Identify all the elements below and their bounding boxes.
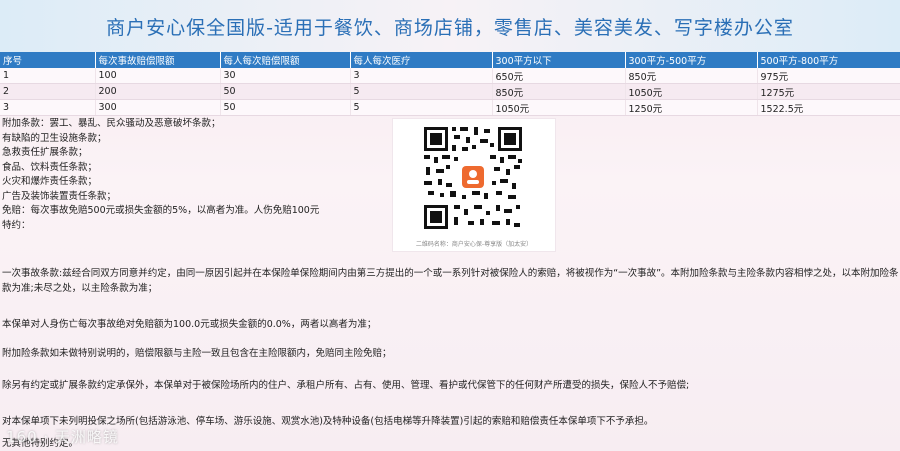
table-cell: 975元 xyxy=(757,68,900,84)
clause-line: 特约： xyxy=(2,219,31,231)
clause-line: 广告及装饰装置责任条款； xyxy=(2,190,117,202)
premium-table: 序号 每次事故赔偿限额 每人每次赔偿限额 每人每次医疗 300平方以下 300平… xyxy=(0,52,900,116)
clause-paragraph: 除另有约定或扩展条款约定承保外，本保单对于被保险场所内的住户、承租户所有、占有、… xyxy=(2,380,690,391)
table-cell: 1275元 xyxy=(757,83,900,100)
table-cell: 650元 xyxy=(492,68,626,84)
clause-line: 火灾和爆炸责任条款； xyxy=(2,176,98,187)
col-header: 500平方-800平方 xyxy=(757,52,900,68)
table-header-row: 序号 每次事故赔偿限额 每人每次赔偿限额 每人每次医疗 300平方以下 300平… xyxy=(0,52,900,68)
page-title: 商户安心保全国版-适用于餐饮、商场店铺，零售店、美容美发、写字楼办公室 xyxy=(106,16,794,39)
clause-paragraph: 无其他特别约定。 xyxy=(2,438,79,449)
table-row: 3 300 50 5 1050元 1250元 1522.5元 xyxy=(0,99,900,116)
additional-clauses: 附加条款：罢工、暴乱、民众骚动及恶意破坏条款； 有缺陷的卫生设施条款； 急救责任… xyxy=(0,117,380,233)
col-header: 每人每次赔偿限额 xyxy=(220,52,351,68)
table-cell: 300 xyxy=(95,99,221,116)
table-cell: 850元 xyxy=(492,83,626,100)
col-header: 每次事故赔偿限额 xyxy=(95,52,221,68)
table-cell: 5 xyxy=(350,83,493,100)
watermark: 160 · 天洲略镜 xyxy=(6,428,119,446)
col-header: 300平方以下 xyxy=(492,52,626,68)
table-cell: 3 xyxy=(0,99,96,116)
clause-line: 免赔：每次事故免赔500元或损失金额的5%，以高者为准。人伤免赔100元 xyxy=(2,205,320,216)
table-cell: 1522.5元 xyxy=(757,99,900,116)
table-row: 1 100 30 3 650元 850元 975元 xyxy=(0,68,900,84)
table-cell: 850元 xyxy=(625,68,758,84)
table-cell: 30 xyxy=(220,68,351,84)
table-cell: 50 xyxy=(220,99,351,116)
table-cell: 100 xyxy=(95,68,221,84)
col-header: 300平方-500平方 xyxy=(625,52,758,68)
table-cell: 5 xyxy=(350,99,493,116)
table-cell: 3 xyxy=(350,68,493,84)
title-bar: 商户安心保全国版-适用于餐饮、商场店铺，零售店、美容美发、写字楼办公室 xyxy=(0,0,900,52)
clause-line: 有缺陷的卫生设施条款； xyxy=(2,132,107,144)
table-cell: 50 xyxy=(220,83,351,100)
clause-line: 附加条款：罢工、暴乱、民众骚动及恶意破坏条款； xyxy=(2,118,221,129)
table-cell: 1050元 xyxy=(625,83,758,100)
clause-paragraph: 本保单对人身伤亡每次事故绝对免赔额为100.0元或损失金额的0.0%，两者以高者… xyxy=(2,319,377,330)
col-header: 序号 xyxy=(0,52,96,68)
clause-paragraph: 对本保单项下未列明投保之场所(包括游泳池、停车场、游乐设施、观赏水池)及特种设备… xyxy=(2,416,654,427)
clause-paragraph: 附加险条款如未做特别说明的，赔偿限额与主险一致且包含在主险限额内，免赔同主险免赔… xyxy=(2,348,392,359)
clause-line: 急救责任扩展条款； xyxy=(2,147,88,158)
table-cell: 200 xyxy=(95,83,221,100)
table-cell: 1 xyxy=(0,68,96,84)
table-cell: 1050元 xyxy=(492,99,626,116)
table-cell: 1250元 xyxy=(625,99,758,116)
qr-code-icon[interactable] xyxy=(406,125,540,231)
qr-code-card[interactable]: 二维码名称：商户安心保-尊享版（加太安） xyxy=(392,118,556,252)
table-cell: 2 xyxy=(0,83,96,100)
qr-caption: 二维码名称：商户安心保-尊享版（加太安） xyxy=(415,241,533,248)
clause-line: 食品、饮料责任条款； xyxy=(2,161,98,173)
col-header: 每人每次医疗 xyxy=(350,52,493,68)
clause-paragraph: 一次事故条款:兹经合同双方同意并约定，由同一原因引起并在本保险单保险期间内由第三… xyxy=(2,268,899,294)
table-row: 2 200 50 5 850元 1050元 1275元 xyxy=(0,83,900,100)
